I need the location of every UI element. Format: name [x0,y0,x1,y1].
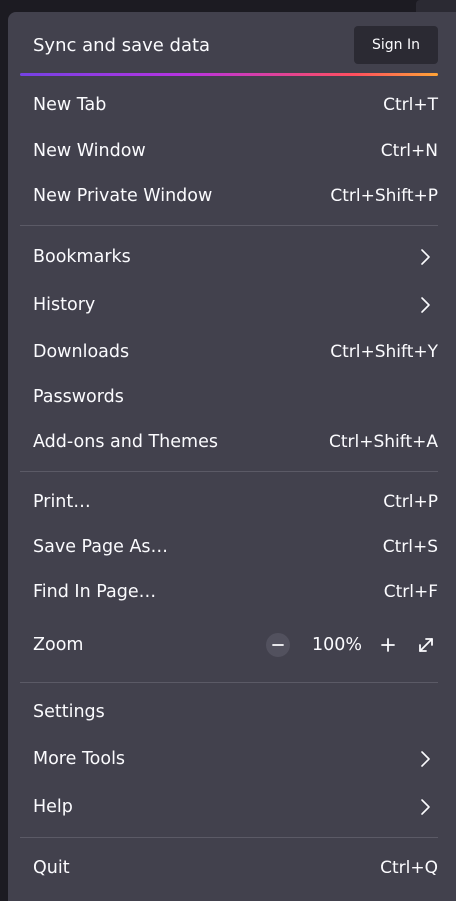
chevron-right-icon [420,295,432,315]
menu-item-label: Help [33,797,73,817]
menu-item-history[interactable]: History [8,285,456,325]
menu-item-zoom: Zoom 100% [8,625,456,665]
menu-item-downloads[interactable]: Downloads Ctrl+Shift+Y [8,332,456,372]
menu-separator [20,471,438,472]
menu-item-shortcut: Ctrl+P [383,492,438,512]
menu-item-save-page-as[interactable]: Save Page As… Ctrl+S [8,527,456,567]
menu-item-label: Find In Page… [33,582,157,602]
menu-item-quit[interactable]: Quit Ctrl+Q [8,848,456,888]
menu-item-label: History [33,295,96,315]
menu-item-label: New Window [33,141,146,161]
sync-header: Sync and save data Sign In [8,12,456,72]
zoom-out-icon[interactable] [266,633,290,657]
menu-item-more-tools[interactable]: More Tools [8,739,456,779]
menu-item-passwords[interactable]: Passwords [8,377,456,417]
menu-item-shortcut: Ctrl+N [380,141,438,161]
menu-item-bookmarks[interactable]: Bookmarks [8,237,456,277]
menu-item-addons-themes[interactable]: Add-ons and Themes Ctrl+Shift+A [8,422,456,462]
menu-item-settings[interactable]: Settings [8,692,456,732]
menu-item-shortcut: Ctrl+S [382,537,438,557]
menu-separator [20,682,438,683]
zoom-in-icon[interactable] [376,633,400,657]
menu-item-label: New Private Window [33,186,213,206]
menu-item-shortcut: Ctrl+Shift+A [328,432,438,452]
menu-item-shortcut: Ctrl+F [383,582,438,602]
menu-item-shortcut: Ctrl+Shift+P [330,186,438,206]
menu-item-label: Bookmarks [33,247,131,267]
menu-item-label: Save Page As… [33,537,169,557]
menu-item-label: More Tools [33,749,126,769]
chevron-right-icon [420,247,432,267]
menu-item-find-in-page[interactable]: Find In Page… Ctrl+F [8,572,456,612]
menu-item-help[interactable]: Help [8,787,456,827]
sign-in-button[interactable]: Sign In [354,26,438,64]
menu-item-new-tab[interactable]: New Tab Ctrl+T [8,85,456,125]
menu-item-label: Passwords [33,387,124,407]
menu-item-label: New Tab [33,95,107,115]
chevron-right-icon [420,749,432,769]
menu-item-shortcut: Ctrl+Shift+Y [330,342,438,362]
menu-item-new-window[interactable]: New Window Ctrl+N [8,131,456,171]
menu-item-print[interactable]: Print… Ctrl+P [8,482,456,522]
zoom-controls: 100% [266,633,438,657]
menu-item-new-private-window[interactable]: New Private Window Ctrl+Shift+P [8,176,456,216]
menu-item-label: Zoom [33,635,84,655]
menu-item-label: Settings [33,702,105,722]
menu-item-label: Downloads [33,342,130,362]
app-menu-panel: Sync and save data Sign In New Tab Ctrl+… [8,12,456,901]
menu-separator [20,225,438,226]
fullscreen-icon[interactable] [414,633,438,657]
menu-item-shortcut: Ctrl+Q [380,858,438,878]
menu-item-label: Add-ons and Themes [33,432,218,452]
menu-item-label: Quit [33,858,70,878]
sync-title: Sync and save data [33,35,211,56]
zoom-level-button[interactable]: 100% [308,635,366,655]
menu-separator [20,837,438,838]
menu-item-label: Print… [33,492,91,512]
chevron-right-icon [420,797,432,817]
accent-gradient-divider [20,73,438,76]
menu-item-shortcut: Ctrl+T [383,95,438,115]
